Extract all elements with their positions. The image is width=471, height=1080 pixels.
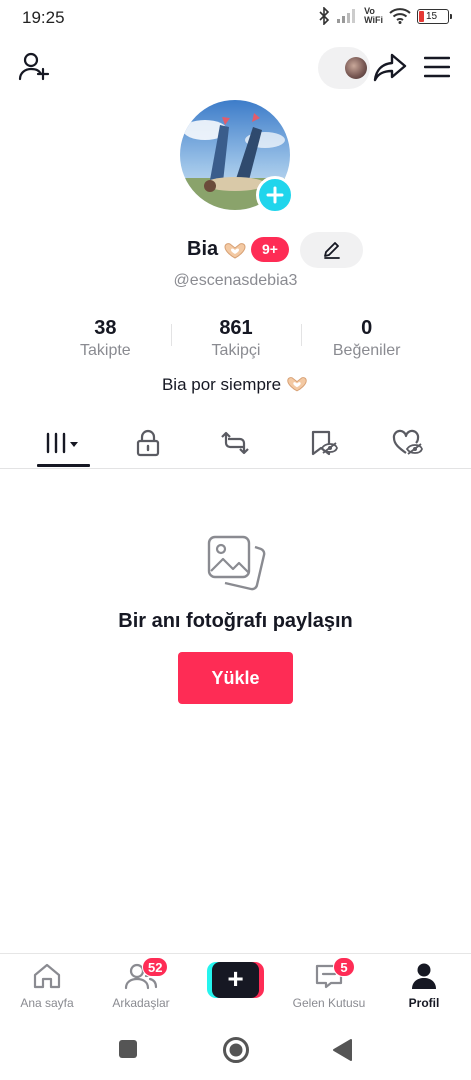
edit-profile-button[interactable] (300, 232, 363, 268)
profile-icon (412, 963, 436, 989)
signal-icon (337, 9, 356, 23)
nav-label: Profil (408, 996, 440, 1010)
stat-value: 38 (94, 317, 117, 339)
nav-label: Gelen Kutusu (292, 996, 366, 1010)
bluetooth-icon (319, 7, 330, 25)
hamburger-menu-icon[interactable] (424, 56, 450, 78)
volte-bottom: WiFi (364, 15, 383, 25)
nav-inbox[interactable]: 5 Gelen Kutusu (282, 954, 376, 1020)
nav-label: Arkadaşlar (112, 996, 170, 1010)
empty-state-title: Bir anı fotoğrafı paylaşın (118, 610, 353, 632)
tab-private[interactable] (101, 418, 195, 468)
name-row: Bia 9+ (0, 232, 471, 268)
notification-badge[interactable]: 9+ (251, 237, 289, 262)
create-button[interactable]: + (207, 962, 264, 998)
status-time: 19:25 (22, 8, 65, 27)
volte-label: Vo WiFi (364, 7, 383, 25)
plus-icon: + (212, 962, 259, 998)
repost-icon (221, 431, 249, 455)
stat-value: 0 (361, 317, 373, 339)
stat-followers[interactable]: 861 Takipçi (170, 316, 302, 364)
nav-profile[interactable]: Profil (377, 954, 471, 1020)
status-icons: Vo WiFi 15 (318, 7, 452, 25)
bio: Bia por siempre (0, 375, 471, 395)
add-story-button[interactable] (256, 176, 294, 214)
stat-label: Beğeniler (332, 342, 401, 359)
home-circle-icon[interactable] (222, 1036, 250, 1064)
share-arrow-icon[interactable] (373, 52, 407, 82)
stat-likes[interactable]: 0 Beğeniler (301, 316, 432, 364)
stat-label: Takipte (79, 342, 131, 359)
stat-value: 861 (219, 317, 253, 339)
lock-icon (136, 429, 160, 457)
nav-label: Ana sayfa (20, 996, 74, 1010)
grid-videos-icon (46, 432, 78, 454)
tab-liked[interactable] (360, 418, 454, 468)
liked-hidden-icon (392, 429, 423, 455)
content-tabs (0, 418, 471, 469)
recents-icon[interactable] (118, 1039, 138, 1059)
heart-hands-icon (287, 377, 307, 392)
nav-home[interactable]: Ana sayfa (0, 954, 94, 1020)
photo-stack-icon (207, 535, 266, 591)
display-name: Bia (187, 238, 219, 260)
stat-following[interactable]: 38 Takipte (40, 316, 171, 364)
battery-icon: 15 (417, 8, 452, 24)
system-nav-bar (0, 1020, 471, 1080)
tab-videos[interactable] (17, 418, 111, 468)
profile-avatar[interactable] (180, 100, 294, 214)
wifi-icon (389, 8, 411, 24)
upload-button[interactable]: Yükle (178, 652, 293, 704)
favorites-hidden-icon (311, 430, 338, 456)
profile-stats: 38 Takipte 861 Takipçi 0 Beğeniler (40, 316, 432, 364)
mini-avatar[interactable] (345, 57, 367, 79)
status-bar: 19:25 Vo WiFi 15 (0, 0, 471, 36)
person-add-icon[interactable] (18, 52, 50, 82)
heart-hands-icon (224, 243, 246, 259)
tab-favorites[interactable] (276, 418, 370, 468)
inbox-badge: 5 (333, 957, 355, 977)
tab-reposts[interactable] (188, 418, 282, 468)
bio-text: Bia por siempre (161, 375, 282, 394)
pencil-icon (323, 242, 340, 259)
stat-label: Takipçi (211, 342, 261, 359)
friends-badge: 52 (142, 957, 169, 977)
battery-level: 15 (426, 10, 438, 22)
plus-icon (266, 186, 284, 204)
home-icon (33, 963, 61, 989)
back-icon[interactable] (331, 1038, 353, 1062)
nav-friends[interactable]: 52 Arkadaşlar (94, 954, 188, 1020)
username: @escenasdebia3 (173, 272, 298, 289)
active-tab-indicator (37, 464, 90, 467)
